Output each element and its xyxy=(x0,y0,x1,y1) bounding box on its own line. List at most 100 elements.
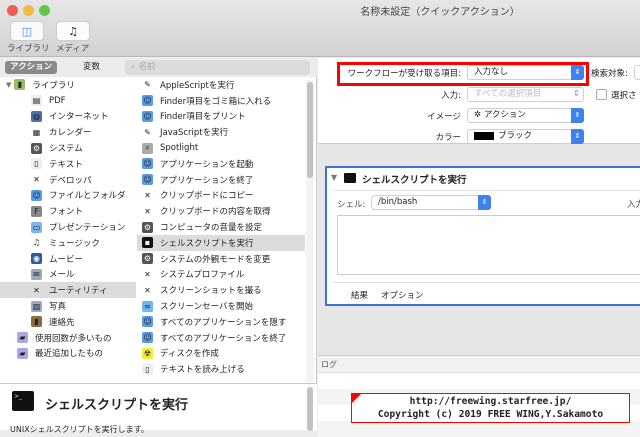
category-item[interactable]: ▰ 使用回数が多いもの xyxy=(0,330,136,346)
stepper-icon: ⇕ xyxy=(571,65,584,80)
input-popup[interactable]: すべての選択項目 ⇕ xyxy=(467,87,584,102)
action-item[interactable]: ☢ ディスクを作成 xyxy=(137,346,305,362)
divider xyxy=(333,282,640,283)
system-icon: ⚙ xyxy=(142,221,153,233)
item-label: 写真 xyxy=(49,302,67,313)
pdf-icon: ▤ xyxy=(31,95,42,107)
action-item[interactable]: ⚙ システムの外観モードを変更 xyxy=(137,251,305,267)
workflow-settings: ワークフローが受け取る項目: 入力なし ⇕ 検索対象: 入力: すべての選択項目 ⇕… xyxy=(318,58,640,144)
action-item[interactable]: ✕ システムプロファイル xyxy=(137,267,305,283)
item-label: クリップボードの内容を取得 xyxy=(160,207,271,218)
stepper-icon: ⇕ xyxy=(571,129,584,144)
media-button[interactable]: ♫ xyxy=(56,21,90,41)
category-item[interactable]: ✕ デベロッパ xyxy=(0,172,136,188)
action-item[interactable]: ☺ アプリケーションを終了 xyxy=(137,172,305,188)
item-label: カレンダー xyxy=(49,128,92,139)
input-method-label: 入力 xyxy=(627,200,640,210)
category-item[interactable]: ⚙ システム xyxy=(0,140,136,156)
action-item[interactable]: ☺ すべてのアプリケーションを隠す xyxy=(137,314,305,330)
action-item[interactable]: ≈ スクリーンセーバを開始 xyxy=(137,298,305,314)
action-item[interactable]: ▯ テキストを読み上げる xyxy=(137,361,305,377)
tab-options[interactable]: オプション xyxy=(381,289,424,301)
finder-icon: ☺ xyxy=(31,189,42,201)
category-item[interactable]: ▭ プレゼンテーション xyxy=(0,219,136,235)
action-item[interactable]: ✎ JavaScriptを実行 xyxy=(137,124,305,140)
disclosure-triangle-icon[interactable]: ▼ xyxy=(331,173,337,182)
contacts-icon: ▮ xyxy=(31,316,42,328)
finder-icon: ☺ xyxy=(142,95,153,107)
scrollbar-thumb[interactable] xyxy=(307,82,313,178)
stepper-icon: ⇕ xyxy=(572,89,580,99)
selected-items-checkbox[interactable] xyxy=(596,89,607,100)
zoom-button[interactable] xyxy=(39,5,50,16)
item-label: クリップボードにコピー xyxy=(160,191,254,202)
color-value: ブラック xyxy=(498,131,533,141)
action-item[interactable]: ✕ クリップボードの内容を取得 xyxy=(137,203,305,219)
search-target-label: 検索対象: xyxy=(591,69,628,79)
shell-popup[interactable]: /bin/bash ⇕ xyxy=(371,195,491,210)
description-title: シェルスクリプトを実行 xyxy=(45,398,189,413)
window-title: 名称未設定（クイックアクション） xyxy=(360,7,520,18)
close-button[interactable] xyxy=(7,5,18,16)
action-item[interactable]: ✕ スクリーンショットを撮る xyxy=(137,282,305,298)
category-item[interactable]: ▮ 連絡先 xyxy=(0,314,136,330)
action-item[interactable]: ☺ アプリケーションを起動 xyxy=(137,156,305,172)
category-item[interactable]: F フォント xyxy=(0,203,136,219)
watermark-corner xyxy=(352,394,361,403)
category-item[interactable]: ✉ メール xyxy=(0,267,136,283)
action-item[interactable]: ✎ AppleScriptを実行 xyxy=(137,77,305,93)
action-item[interactable]: ✕ クリップボードにコピー xyxy=(137,188,305,204)
action-item[interactable]: ☺ Finder項目をゴミ箱に入れる xyxy=(137,93,305,109)
action-item[interactable]: ☺ すべてのアプリケーションを終了 xyxy=(137,330,305,346)
action-item[interactable]: ⚙ コンピュータの音量を設定 xyxy=(137,219,305,235)
item-label: 最近追加したもの xyxy=(35,349,104,360)
burn-icon: ☢ xyxy=(142,347,153,359)
item-label: ミュージック xyxy=(49,238,100,249)
category-item[interactable]: ▰ 最近追加したもの xyxy=(0,346,136,362)
tab-actions[interactable]: アクション xyxy=(5,61,58,74)
input-value: すべての選択項目 xyxy=(474,89,542,99)
category-item[interactable]: ✕ ユーティリティ xyxy=(0,282,136,299)
category-item[interactable]: ◍ インターネット xyxy=(0,109,136,125)
item-label: スクリーンショットを撮る xyxy=(160,286,262,297)
library-pane: アクション 変数 ⌕ 名前 ▼ ▮ ライブラリ ▤ PDF ◍ インターネット ▦ カレンダー ⚙… xyxy=(0,58,317,434)
description-scrollbar[interactable] xyxy=(307,387,313,431)
utility-icon: ✕ xyxy=(33,285,40,295)
search-input[interactable]: ⌕ 名前 xyxy=(125,60,310,75)
item-label: メール xyxy=(49,270,75,281)
category-item[interactable]: ▤ PDF xyxy=(0,93,136,109)
item-label: デベロッパ xyxy=(49,175,92,186)
category-item[interactable]: ♫ ミュージック xyxy=(0,235,136,251)
disclosure-triangle-icon[interactable]: ▼ xyxy=(6,81,11,89)
category-item[interactable]: ▼ ▮ ライブラリ xyxy=(0,77,136,93)
action-item[interactable]: ⌕ Spotlight xyxy=(137,140,305,156)
stepper-icon: ⇕ xyxy=(571,108,584,123)
text-icon: ▯ xyxy=(31,158,42,170)
developer-icon: ✕ xyxy=(33,175,40,185)
search-placeholder: 名前 xyxy=(138,62,156,72)
item-label: テキスト xyxy=(49,159,83,170)
category-item[interactable]: ☺ ファイルとフォルダ xyxy=(0,188,136,204)
category-item[interactable]: ▯ テキスト xyxy=(0,156,136,172)
category-item[interactable]: ▨ 写真 xyxy=(0,298,136,314)
action-item[interactable]: ▪ シェルスクリプトを実行 xyxy=(137,235,305,251)
category-item[interactable]: ◉ ムービー xyxy=(0,251,136,267)
minimize-button[interactable] xyxy=(23,5,34,16)
smart-folder-icon: ▰ xyxy=(17,332,28,344)
script-editor[interactable] xyxy=(337,215,640,275)
search-target-popup[interactable] xyxy=(634,65,640,80)
category-item[interactable]: ▦ カレンダー xyxy=(0,124,136,140)
action-item[interactable]: ☺ Finder項目をプリント xyxy=(137,109,305,125)
terminal-icon: >_ xyxy=(12,391,34,411)
color-popup[interactable]: ブラック ⇕ xyxy=(467,129,584,144)
tab-results[interactable]: 結果 xyxy=(351,289,368,301)
title-bar: 名称未設定（クイックアクション） ◫ ライブラリ ♫ メディア xyxy=(0,0,640,57)
library-toggle-button[interactable]: ◫ xyxy=(10,21,44,41)
image-popup[interactable]: ✲ アクション ⇕ xyxy=(467,108,584,123)
finder-icon: ☺ xyxy=(142,332,153,344)
movie-icon: ◉ xyxy=(31,253,42,265)
tab-variables[interactable]: 変数 xyxy=(78,61,105,74)
item-label: システム xyxy=(49,144,83,155)
workflow-receives-popup[interactable]: 入力なし ⇕ xyxy=(467,65,584,80)
script-icon: ✎ xyxy=(144,80,151,90)
